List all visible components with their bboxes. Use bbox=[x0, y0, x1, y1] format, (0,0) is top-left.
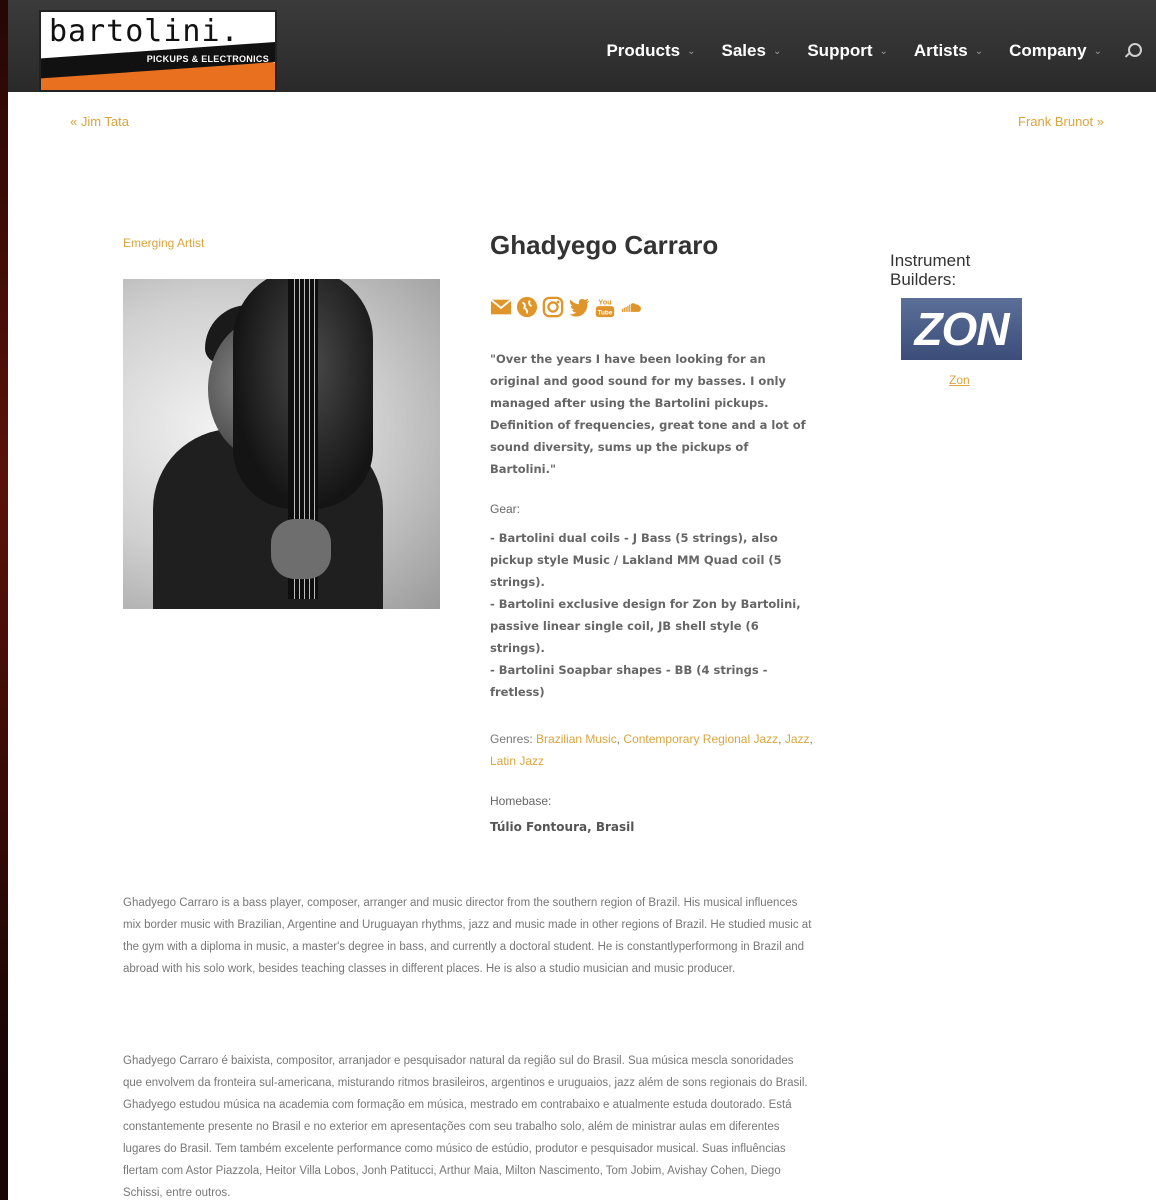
chevron-down-icon: ⌄ bbox=[772, 45, 782, 57]
artist-category-link[interactable]: Emerging Artist bbox=[123, 236, 204, 250]
nav-item-company[interactable]: Company ⌄ bbox=[1009, 41, 1102, 61]
zon-link[interactable]: Zon bbox=[949, 373, 970, 387]
genre-link[interactable]: Contemporary Regional Jazz bbox=[623, 732, 778, 746]
nav-item-support[interactable]: Support ⌄ bbox=[807, 41, 888, 61]
globe-icon[interactable] bbox=[516, 296, 538, 318]
youtube-icon[interactable]: You Tube bbox=[594, 296, 616, 318]
chevron-down-icon: ⌄ bbox=[687, 45, 696, 57]
gear-item: - Bartolini exclusive design for Zon by … bbox=[490, 597, 801, 655]
nav-label: Artists bbox=[913, 41, 968, 60]
soundcloud-icon[interactable] bbox=[620, 296, 642, 318]
nav-label: Products bbox=[606, 41, 681, 60]
social-links: You Tube bbox=[490, 296, 642, 318]
gear-list: - Bartolini dual coils - J Bass (5 strin… bbox=[490, 527, 810, 703]
bio-english: Ghadyego Carraro is a bass player, compo… bbox=[123, 897, 812, 975]
artist-photo bbox=[123, 279, 440, 609]
site-header: bartolini. PICKUPS & ELECTRONICS Product… bbox=[8, 0, 1156, 92]
chevron-down-icon: ⌄ bbox=[1093, 45, 1102, 57]
page: bartolini. PICKUPS & ELECTRONICS Product… bbox=[8, 0, 1156, 1200]
logo-brand: bartolini. bbox=[49, 14, 240, 49]
instrument-builders-title: Instrument Builders: bbox=[890, 251, 971, 289]
genre-link[interactable]: Jazz bbox=[785, 732, 810, 746]
genre-link[interactable]: Latin Jazz bbox=[490, 754, 544, 768]
email-icon[interactable] bbox=[490, 296, 512, 318]
gear-label: Gear: bbox=[490, 502, 521, 516]
nav-label: Sales bbox=[721, 41, 766, 60]
artist-name: Ghadyego Carraro bbox=[490, 230, 719, 260]
nav-item-artists[interactable]: Artists ⌄ bbox=[914, 41, 983, 61]
photo-hand bbox=[271, 519, 331, 579]
chevron-down-icon: ⌄ bbox=[879, 45, 888, 57]
nav-item-products[interactable]: Products ⌄ bbox=[606, 41, 695, 61]
gear-item: - Bartolini dual coils - J Bass (5 strin… bbox=[490, 531, 782, 589]
next-artist-link[interactable]: Frank Brunot » bbox=[1018, 114, 1104, 129]
logo-tagline: PICKUPS & ELECTRONICS bbox=[146, 54, 269, 64]
svg-text:You: You bbox=[598, 297, 611, 306]
artist-quote: "Over the years I have been looking for … bbox=[490, 352, 806, 476]
genre-link[interactable]: Brazilian Music bbox=[536, 732, 617, 746]
main-nav: Products ⌄ Sales ⌄ Support ⌄ Artists ⌄ C… bbox=[580, 38, 1142, 64]
homebase-label: Homebase: bbox=[490, 794, 552, 808]
twitter-icon[interactable] bbox=[568, 296, 590, 318]
genres: Genres: Brazilian Music, Contemporary Re… bbox=[490, 732, 813, 768]
chevron-down-icon: ⌄ bbox=[974, 45, 984, 57]
previous-artist-link[interactable]: « Jim Tata bbox=[70, 114, 129, 129]
nav-label: Support bbox=[807, 41, 873, 60]
bio-portuguese: Ghadyego Carraro é baixista, compositor,… bbox=[123, 1055, 808, 1199]
instagram-icon[interactable] bbox=[542, 296, 564, 318]
search-icon[interactable] bbox=[1126, 43, 1142, 59]
homebase-value: Túlio Fontoura, Brasil bbox=[490, 820, 635, 834]
zon-logo[interactable]: ZON bbox=[901, 298, 1022, 360]
nav-item-sales[interactable]: Sales ⌄ bbox=[722, 41, 782, 61]
svg-text:Tube: Tube bbox=[598, 309, 613, 316]
site-logo[interactable]: bartolini. PICKUPS & ELECTRONICS bbox=[39, 10, 277, 92]
gear-item: - Bartolini Soapbar shapes - BB (4 strin… bbox=[490, 663, 768, 699]
nav-label: Company bbox=[1009, 41, 1087, 60]
genres-label: Genres: bbox=[490, 732, 533, 746]
